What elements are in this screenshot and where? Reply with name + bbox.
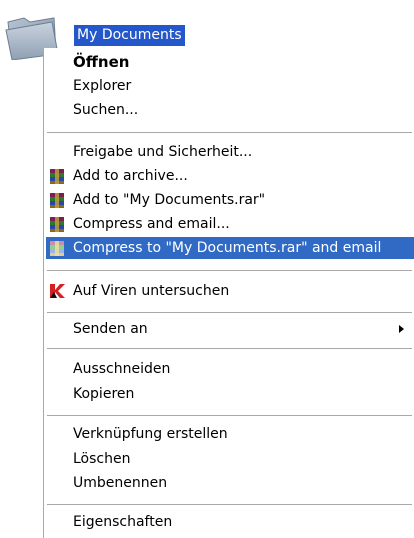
menu-item-add-to-rar[interactable]: Add to "My Documents.rar" bbox=[46, 189, 414, 211]
menu-item-label: Löschen bbox=[73, 451, 131, 467]
menu-item-delete[interactable]: Löschen bbox=[46, 448, 414, 470]
winrar-icon bbox=[50, 169, 64, 184]
menu-separator bbox=[47, 415, 412, 416]
menu-item-compress-rar-email[interactable]: Compress to "My Documents.rar" and email bbox=[46, 237, 414, 259]
menu-item-label: Compress and email... bbox=[73, 216, 230, 232]
menu-item-label: Ausschneiden bbox=[73, 361, 171, 377]
menu-item-create-shortcut[interactable]: Verknüpfung erstellen bbox=[46, 423, 414, 445]
menu-item-label: Senden an bbox=[73, 321, 148, 337]
context-menu: Öffnen Explorer Suchen... Freigabe und S… bbox=[43, 48, 414, 538]
menu-separator bbox=[47, 270, 412, 271]
menu-item-add-to-archive[interactable]: Add to archive... bbox=[46, 165, 414, 187]
menu-item-label: Add to archive... bbox=[73, 168, 188, 184]
menu-separator bbox=[47, 132, 412, 133]
menu-item-sharing-security[interactable]: Freigabe und Sicherheit... bbox=[46, 141, 414, 163]
submenu-arrow-icon bbox=[399, 325, 404, 333]
kaspersky-icon bbox=[50, 284, 65, 298]
menu-item-label: Auf Viren untersuchen bbox=[73, 283, 230, 299]
menu-item-rename[interactable]: Umbenennen bbox=[46, 472, 414, 494]
menu-item-label: Eigenschaften bbox=[73, 514, 173, 530]
menu-item-cut[interactable]: Ausschneiden bbox=[46, 358, 414, 380]
winrar-icon bbox=[50, 217, 64, 232]
menu-separator bbox=[47, 504, 412, 505]
menu-item-search[interactable]: Suchen... bbox=[46, 99, 414, 121]
menu-item-label: Compress to "My Documents.rar" and email bbox=[73, 240, 382, 256]
menu-item-properties[interactable]: Eigenschaften bbox=[46, 511, 414, 533]
menu-item-explorer[interactable]: Explorer bbox=[46, 75, 414, 97]
menu-item-label: Explorer bbox=[73, 78, 132, 94]
menu-separator bbox=[47, 348, 412, 349]
menu-item-virus-scan[interactable]: Auf Viren untersuchen bbox=[46, 280, 414, 302]
menu-item-label: Freigabe und Sicherheit... bbox=[73, 144, 253, 160]
menu-item-label: Öffnen bbox=[73, 53, 130, 71]
winrar-icon bbox=[50, 241, 64, 256]
menu-item-label: Add to "My Documents.rar" bbox=[73, 192, 266, 208]
menu-item-copy[interactable]: Kopieren bbox=[46, 383, 414, 405]
menu-item-label: Kopieren bbox=[73, 386, 135, 402]
menu-separator bbox=[47, 312, 412, 313]
menu-item-label: Umbenennen bbox=[73, 475, 168, 491]
menu-item-send-to[interactable]: Senden an bbox=[46, 318, 414, 340]
desktop: My Documents Öffnen Explorer Suchen... F… bbox=[0, 0, 414, 538]
folder-label[interactable]: My Documents bbox=[74, 25, 185, 46]
winrar-icon bbox=[50, 193, 64, 208]
menu-item-label: Suchen... bbox=[73, 102, 139, 118]
menu-item-label: Verknüpfung erstellen bbox=[73, 426, 228, 442]
menu-item-compress-email[interactable]: Compress and email... bbox=[46, 213, 414, 235]
menu-item-open[interactable]: Öffnen bbox=[46, 51, 414, 73]
